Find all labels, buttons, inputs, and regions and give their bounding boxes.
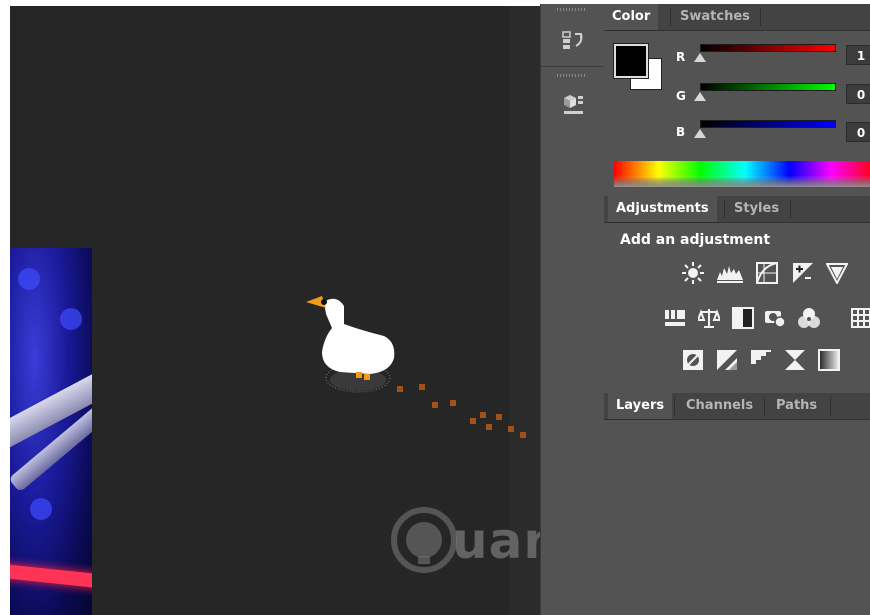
tab-separator (760, 8, 761, 26)
curves-icon[interactable] (756, 262, 778, 284)
red-value-field[interactable]: 1 (846, 45, 870, 65)
tab-layers[interactable]: Layers (608, 393, 673, 419)
photo-blob (18, 268, 40, 290)
history-icon[interactable] (553, 24, 593, 58)
tab-channels[interactable]: Channels (678, 393, 761, 419)
gradient-map-icon[interactable] (818, 349, 840, 371)
dock-grip[interactable] (557, 74, 587, 77)
tab-separator (790, 200, 791, 218)
exposure-icon[interactable] (792, 262, 814, 284)
green-slider-thumb[interactable] (694, 92, 706, 101)
tab-swatches[interactable]: Swatches (672, 4, 758, 30)
brightness-icon[interactable] (682, 262, 704, 284)
threshold-icon[interactable] (750, 349, 772, 371)
footprint-mark (496, 414, 502, 420)
posterize-icon[interactable] (716, 349, 738, 371)
red-slider-track[interactable] (700, 44, 836, 52)
invert-icon[interactable] (682, 349, 704, 371)
red-label: R (676, 50, 686, 64)
tab-separator (764, 397, 765, 415)
tab-styles[interactable]: Styles (726, 196, 787, 222)
footprint-mark (508, 426, 514, 432)
footprint-mark (432, 402, 438, 408)
adjustments-heading: Add an adjustment (620, 232, 771, 248)
top-edge (0, 0, 870, 4)
footprint-mark (520, 432, 526, 438)
dock-separator (541, 66, 605, 67)
channel-mixer-icon[interactable] (798, 307, 820, 329)
tab-color[interactable]: Color (604, 4, 659, 30)
hue-saturation-icon[interactable] (664, 307, 686, 329)
photo-neon-light (10, 563, 92, 591)
tab-adjustments[interactable]: Adjustments (608, 196, 717, 222)
footprint-mark (397, 386, 403, 392)
levels-icon[interactable] (716, 262, 744, 284)
photo-blob (30, 498, 52, 520)
green-label: G (676, 89, 686, 103)
vibrance-icon[interactable] (826, 262, 848, 284)
footprint-mark (470, 418, 476, 424)
footprint-mark (480, 412, 486, 418)
color-lookup-icon[interactable] (850, 307, 870, 329)
layers-list-area[interactable] (604, 420, 870, 615)
layers-panel-tabbar: Layers Channels Paths (604, 393, 870, 420)
footprint-mark (419, 384, 425, 390)
black-white-icon[interactable] (732, 307, 754, 329)
color-spectrum-ramp[interactable] (614, 161, 870, 187)
blue-label: B (676, 125, 686, 139)
adjustments-panel-tabbar: Adjustments Styles (604, 196, 870, 223)
photo-layer (10, 248, 92, 615)
tab-separator (724, 200, 725, 218)
photoshop-window: uantrimang Co (0, 0, 870, 615)
tab-separator (830, 397, 831, 415)
green-slider-track[interactable] (700, 83, 836, 91)
3d-icon[interactable] (553, 86, 593, 120)
blue-slider-track[interactable] (700, 120, 836, 128)
tab-separator (674, 397, 675, 415)
photo-filter-icon[interactable] (764, 307, 786, 329)
footprint-mark (486, 424, 492, 430)
color-balance-icon[interactable] (698, 307, 720, 329)
tab-paths[interactable]: Paths (768, 393, 825, 419)
blue-value-field[interactable]: 0 (846, 122, 870, 142)
panel-dock-column (540, 0, 606, 615)
red-slider-thumb[interactable] (694, 53, 706, 62)
selective-color-icon[interactable] (784, 349, 806, 371)
right-panels: Color Swatches R 1 G 0 B 0 Adjustments S… (604, 0, 870, 615)
green-value-field[interactable]: 0 (846, 84, 870, 104)
tab-separator (670, 8, 671, 26)
dock-grip[interactable] (557, 8, 587, 11)
color-panel-tabbar: Color Swatches (604, 4, 870, 31)
foreground-color-swatch[interactable] (614, 44, 648, 78)
goose-icon (306, 296, 395, 393)
footprint-mark (450, 400, 456, 406)
photo-blob (60, 308, 82, 330)
blue-slider-thumb[interactable] (694, 129, 706, 138)
